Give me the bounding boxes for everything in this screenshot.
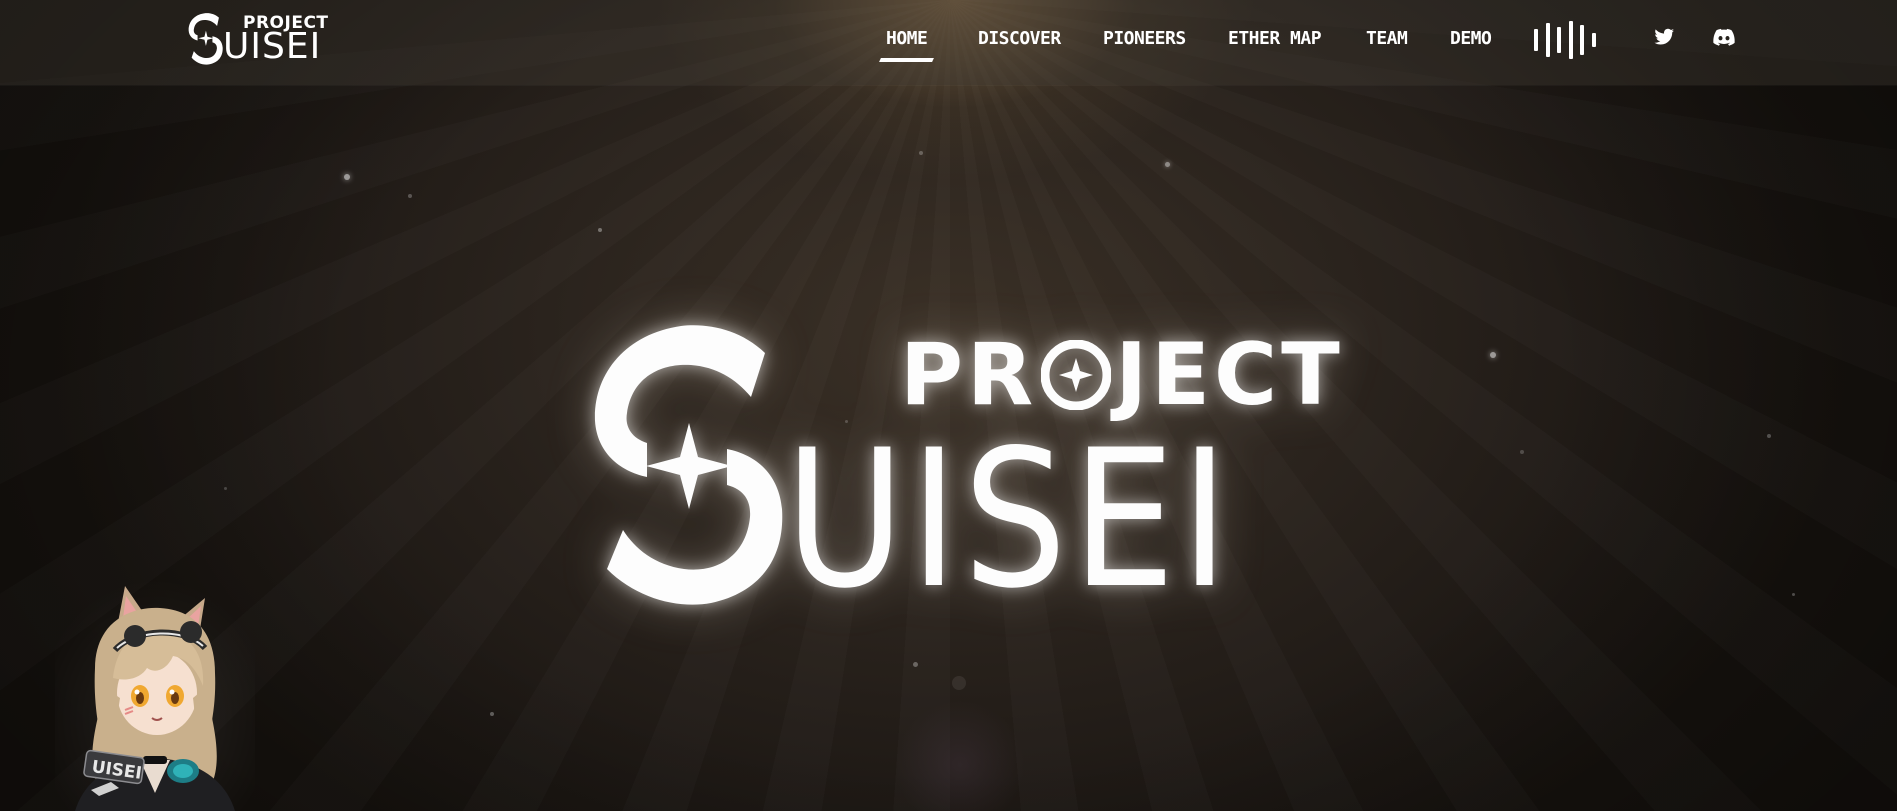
hero-project-left: PR xyxy=(900,325,1038,425)
particle xyxy=(952,676,966,690)
nav-pioneers[interactable]: PIONEERS xyxy=(1103,28,1186,49)
particle xyxy=(1520,450,1524,454)
nav-discover[interactable]: DISCOVER xyxy=(978,28,1061,49)
hero-project-right: JECT xyxy=(1115,325,1344,425)
particle xyxy=(1490,352,1496,358)
particle xyxy=(344,174,350,180)
particle xyxy=(1767,434,1771,438)
page: PROJECT UISEI HOME DISCOVER PIONEERS ETH… xyxy=(0,0,1897,811)
brand-logo-name-text: UISEI xyxy=(223,26,322,67)
brand-logo[interactable]: PROJECT UISEI xyxy=(185,13,328,67)
particle xyxy=(598,228,602,232)
top-navbar: PROJECT UISEI HOME DISCOVER PIONEERS ETH… xyxy=(0,0,1897,85)
nav-demo[interactable]: DEMO xyxy=(1450,28,1492,49)
hero-logo-s-star-icon xyxy=(594,325,783,605)
particle xyxy=(1792,593,1795,596)
nav-home[interactable]: HOME xyxy=(886,28,928,49)
hero-logo-name: UISEI xyxy=(785,409,1234,630)
mascot-character-image: UISEI xyxy=(55,578,255,811)
background-orb xyxy=(895,700,1025,811)
hero-logo-star-o-icon xyxy=(1041,340,1112,410)
hero-logo: PR JECT UISEI xyxy=(585,325,1340,630)
twitter-icon[interactable] xyxy=(1652,25,1676,49)
particle xyxy=(224,487,227,490)
particle xyxy=(919,151,923,155)
particle xyxy=(408,194,412,198)
logo-s-star-icon xyxy=(188,13,223,65)
particle xyxy=(490,712,494,716)
particle xyxy=(913,662,918,667)
nav-team[interactable]: TEAM xyxy=(1366,28,1408,49)
equalizer-icon[interactable] xyxy=(1534,20,1596,60)
hero-logo-project: PR JECT xyxy=(900,330,1344,420)
nav-ether-map[interactable]: ETHER MAP xyxy=(1228,28,1322,49)
particle xyxy=(1165,162,1170,167)
discord-icon[interactable] xyxy=(1712,25,1736,49)
